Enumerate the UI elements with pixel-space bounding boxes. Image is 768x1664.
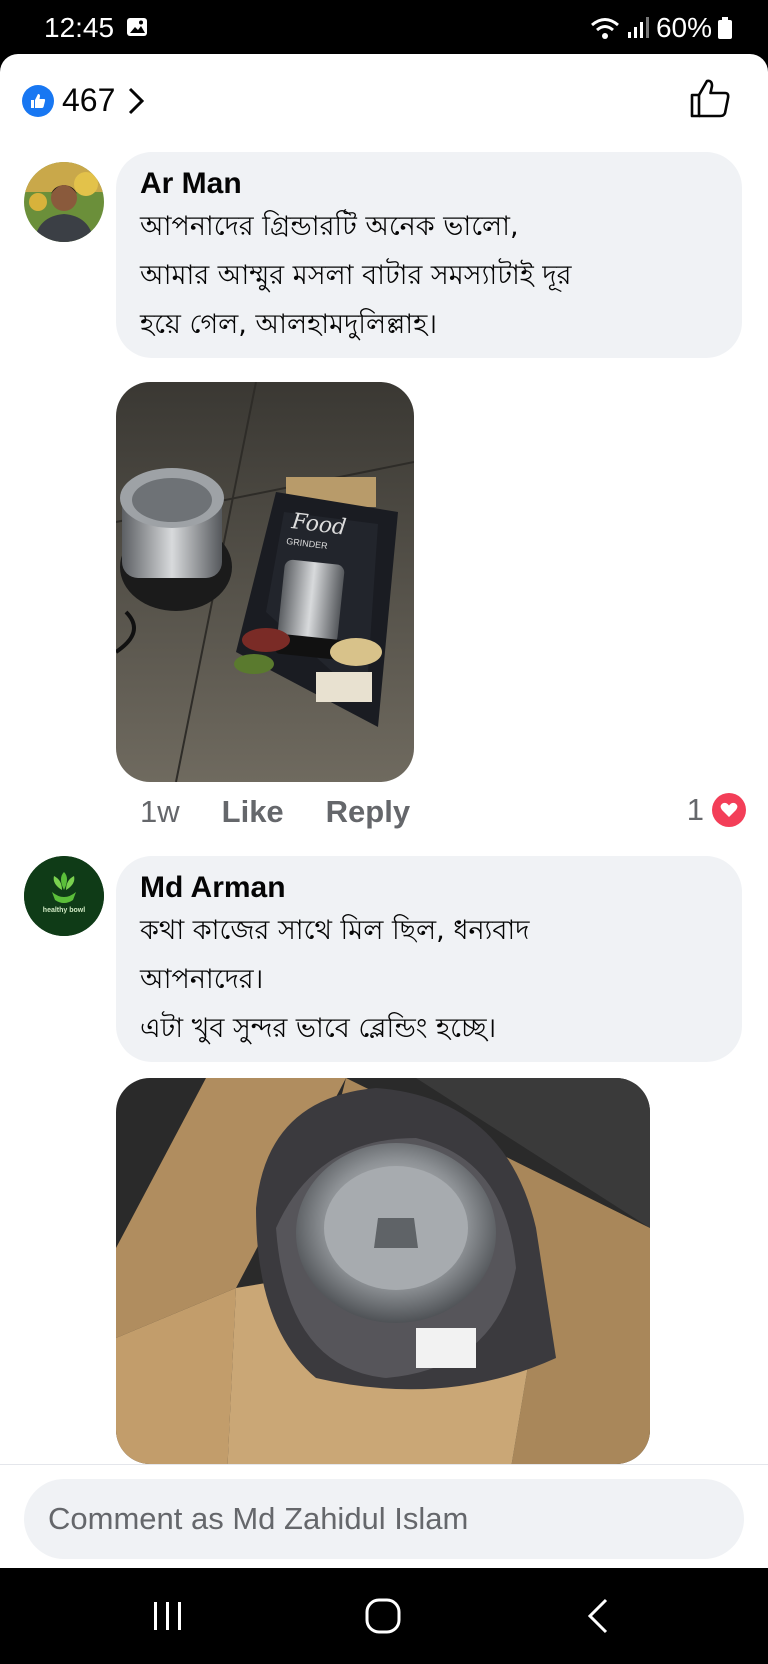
like-reaction-icon [22, 84, 54, 117]
heart-reaction-icon [712, 793, 746, 827]
comment-photo[interactable]: Food GRINDER [116, 382, 414, 782]
comment-bubble[interactable]: Md Arman কথা কাজের সাথে মিল ছিল, ধন্যবাদ… [116, 856, 742, 1062]
gallery-icon [127, 18, 147, 36]
reply-button[interactable]: Reply [326, 794, 410, 830]
battery-icon [718, 17, 732, 39]
comment-text: আপনাদের গ্রিন্ডারটি অনেক ভালো, আমার আম্ম… [140, 211, 572, 340]
comment-reactions[interactable]: 1 [687, 792, 746, 828]
comment-photo[interactable] [116, 1078, 650, 1464]
status-bar: 12:45 60% [0, 0, 768, 54]
avatar[interactable]: healthy bowl [24, 856, 104, 936]
status-indicators: 60% [590, 12, 732, 44]
status-time: 12:45 [44, 12, 115, 43]
home-icon[interactable] [362, 1596, 406, 1636]
comment-text: কথা কাজের সাথে মিল ছিল, ধন্যবাদ আপনাদের।… [140, 915, 530, 1044]
avatar[interactable] [24, 162, 104, 242]
comments-sheet: 467 Ar Man আপনাদের গ্রিন্ডারটি অনেক ভালো… [0, 54, 768, 1568]
comment-author[interactable]: Ar Man [140, 166, 718, 202]
reactions-summary[interactable]: 467 [22, 82, 145, 119]
comment-bubble[interactable]: Ar Man আপনাদের গ্রিন্ডারটি অনেক ভালো, আম… [116, 152, 742, 358]
chevron-right-icon [129, 87, 145, 114]
comment-reaction-count: 1 [686, 792, 704, 827]
comment-actions: 1w Like Reply [140, 794, 410, 830]
comment-composer: Comment as Md Zahidul Islam [0, 1464, 768, 1568]
reaction-count: 467 [62, 82, 116, 118]
like-post-icon[interactable] [688, 76, 732, 120]
avatar-brand-text: healthy bowl [43, 907, 85, 914]
like-button[interactable]: Like [222, 794, 284, 830]
signal-icon [627, 17, 649, 38]
back-icon[interactable] [578, 1596, 622, 1636]
battery-percent: 60% [655, 12, 712, 43]
comment-time[interactable]: 1w [140, 794, 180, 830]
recent-apps-icon[interactable] [146, 1596, 190, 1636]
wifi-icon [590, 18, 619, 39]
system-nav-bar [0, 1568, 768, 1664]
comment-author[interactable]: Md Arman [140, 870, 718, 906]
comment-input[interactable]: Comment as Md Zahidul Islam [24, 1479, 744, 1559]
